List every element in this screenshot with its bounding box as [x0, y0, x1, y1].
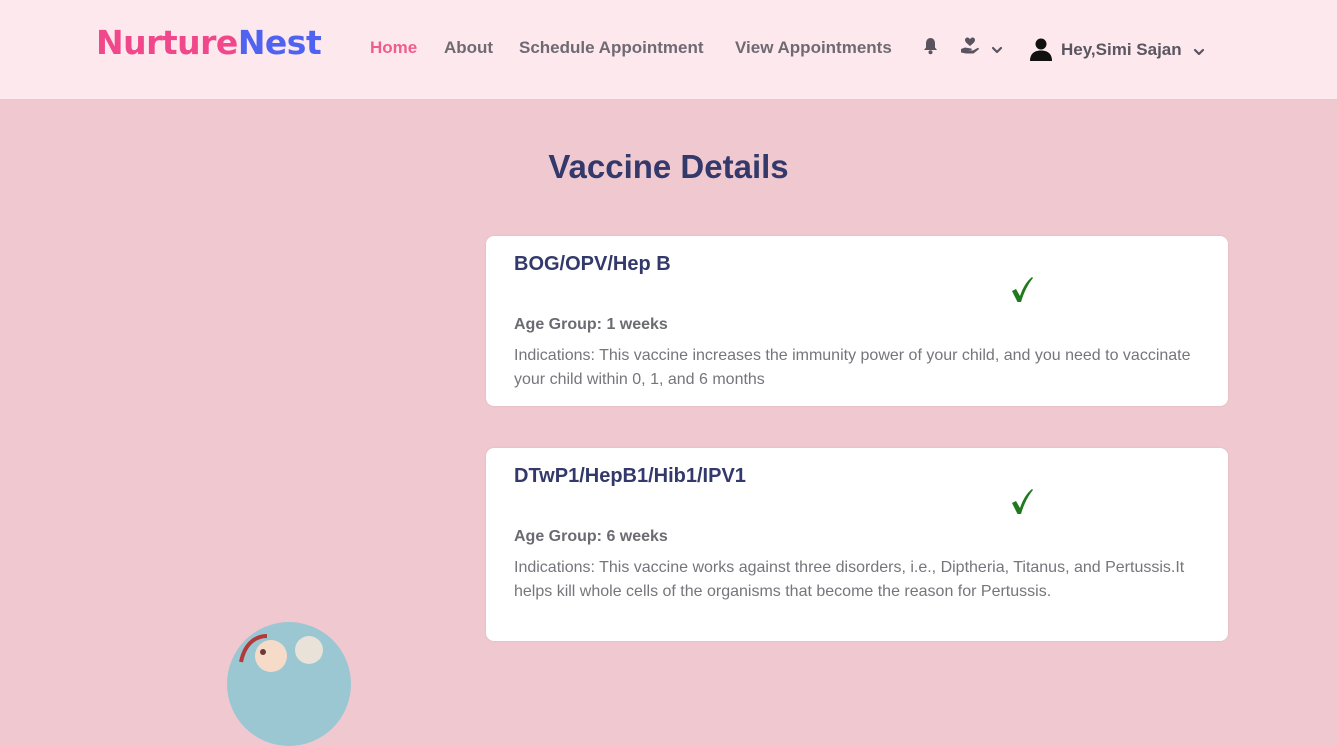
vaccine-name: DTwP1/HepB1/Hib1/IPV1 — [514, 465, 746, 487]
nav-view-appointments-link[interactable]: View Appointments — [735, 38, 892, 58]
vaccine-age-group: Age Group: 6 weeks — [514, 528, 668, 545]
nav-schedule-appointment-link[interactable]: Schedule Appointment — [519, 38, 704, 58]
brand-logo[interactable]: NurtureNest — [96, 23, 322, 62]
brand-part1: Nurture — [96, 23, 238, 62]
page-title: Vaccine Details — [548, 148, 789, 185]
vaccine-indications: Indications: This vaccine works against … — [514, 559, 1185, 600]
decorative-baby-image — [227, 622, 351, 746]
nav-about-link[interactable]: About — [444, 38, 493, 58]
checkmark-icon — [1010, 488, 1034, 521]
user-greeting[interactable]: Hey,Simi Sajan — [1061, 40, 1182, 60]
navbar: NurtureNest Home About Schedule Appointm… — [0, 0, 1337, 100]
checkmark-icon — [1010, 276, 1034, 309]
nav-home-link[interactable]: Home — [370, 38, 417, 58]
vaccine-card: DTwP1/HepB1/Hib1/IPV1 Age Group: 6 weeks… — [486, 448, 1228, 641]
vaccine-age-group: Age Group: 1 weeks — [514, 316, 668, 333]
bell-icon[interactable] — [922, 37, 939, 60]
user-icon[interactable] — [1029, 37, 1053, 66]
brand-part2: Nest — [237, 23, 322, 62]
chevron-down-icon[interactable] — [991, 42, 1003, 60]
hand-heart-icon[interactable] — [960, 37, 980, 60]
user-menu-chevron-icon[interactable] — [1193, 44, 1205, 62]
vaccine-name: BOG/OPV/Hep B — [514, 253, 671, 275]
vaccine-card: BOG/OPV/Hep B Age Group: 1 weeks Indicat… — [486, 236, 1228, 406]
vaccine-indications: Indications: This vaccine increases the … — [514, 347, 1191, 388]
